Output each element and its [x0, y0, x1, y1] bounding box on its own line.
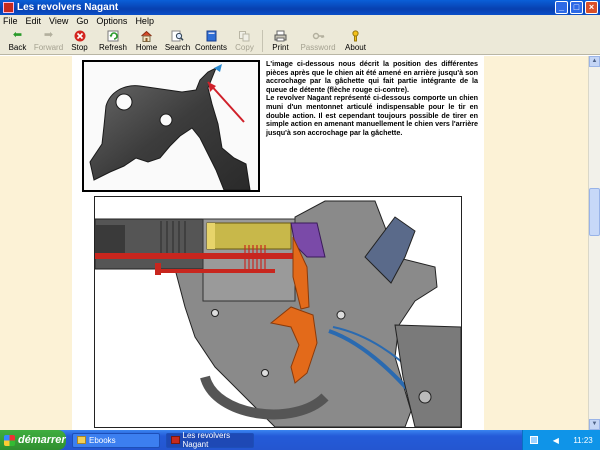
back-arrow-icon: ⬅ — [12, 29, 23, 41]
home-label: Home — [135, 43, 158, 52]
start-label: démarrer — [18, 434, 66, 446]
scroll-down-icon[interactable]: ▼ — [589, 419, 600, 430]
key-icon — [312, 29, 325, 42]
stop-button[interactable]: Stop — [64, 27, 95, 52]
network-icon[interactable] — [530, 436, 539, 444]
menu-go[interactable]: Go — [76, 16, 88, 26]
stop-icon — [73, 29, 86, 42]
taskbar: démarrer Ebooks Les revolvers Nagant FR … — [0, 430, 600, 450]
forward-button[interactable]: ➡ Forward — [33, 27, 64, 52]
menu-help[interactable]: Help — [135, 16, 154, 26]
home-icon — [140, 29, 153, 42]
toolbar: ⬅ Back ➡ Forward Stop Refresh Home Searc… — [0, 27, 600, 55]
copy-button[interactable]: Copy — [229, 27, 260, 52]
window-title: Les revolvers Nagant — [17, 2, 119, 13]
folder-icon — [77, 436, 86, 444]
home-button[interactable]: Home — [131, 27, 162, 52]
copy-icon — [238, 29, 251, 42]
windows-logo-icon — [4, 434, 15, 446]
minimize-button[interactable]: _ — [555, 1, 568, 14]
menu-view[interactable]: View — [49, 16, 68, 26]
back-button[interactable]: ⬅ Back — [2, 27, 33, 52]
scroll-up-icon[interactable]: ▲ — [589, 56, 600, 67]
title-bar[interactable]: Les revolvers Nagant _ □ × — [0, 0, 600, 15]
task-label: Les revolvers Nagant — [182, 431, 231, 449]
toolbar-separator — [262, 30, 263, 52]
print-label: Print — [272, 43, 289, 52]
about-label: About — [345, 43, 366, 52]
refresh-button[interactable]: Refresh — [95, 27, 131, 52]
password-button[interactable]: Password — [296, 27, 340, 52]
contents-label: Contents — [194, 43, 228, 52]
task-label: Ebooks — [89, 435, 116, 445]
copy-label: Copy — [235, 43, 254, 52]
back-label: Back — [8, 43, 27, 52]
paragraph-1: L'image ci-dessous nous décrit la positi… — [266, 59, 478, 94]
printer-icon — [274, 29, 287, 42]
contents-book-icon — [205, 29, 218, 42]
search-icon — [171, 29, 184, 42]
system-tray: ◀ 11:23 — [522, 430, 600, 450]
contents-button[interactable]: Contents — [193, 27, 229, 52]
stop-label: Stop — [71, 43, 88, 52]
menu-options[interactable]: Options — [96, 16, 127, 26]
menu-edit[interactable]: Edit — [26, 16, 42, 26]
vertical-scrollbar[interactable]: ▲ ▼ — [588, 56, 600, 430]
document-view: L'image ci-dessous nous décrit la positi… — [0, 56, 588, 430]
search-label: Search — [164, 43, 191, 52]
scroll-thumb[interactable] — [589, 188, 600, 236]
forward-arrow-icon: ➡ — [43, 29, 54, 41]
book-icon — [171, 436, 180, 444]
page: L'image ci-dessous nous décrit la positi… — [72, 56, 484, 430]
print-button[interactable]: Print — [265, 27, 296, 52]
revolver-cutaway-diagram — [94, 196, 462, 428]
taskbar-item-ebooks[interactable]: Ebooks — [72, 432, 160, 448]
taskbar-item-nagant[interactable]: Les revolvers Nagant — [166, 431, 254, 449]
menu-bar: File Edit View Go Options Help — [0, 15, 600, 27]
app-icon — [3, 2, 14, 13]
volume-icon[interactable]: ◀ — [553, 436, 559, 445]
hammer-photo — [82, 60, 260, 192]
forward-label: Forward — [33, 43, 64, 52]
about-button[interactable]: About — [340, 27, 371, 52]
password-label: Password — [300, 43, 336, 52]
menu-file[interactable]: File — [3, 16, 18, 26]
description-text: L'image ci-dessous nous décrit la positi… — [266, 59, 478, 137]
refresh-label: Refresh — [98, 43, 127, 52]
refresh-icon — [107, 29, 120, 42]
paragraph-2: Le revolver Nagant représenté ci-dessous… — [266, 93, 478, 137]
search-button[interactable]: Search — [162, 27, 193, 52]
about-icon — [349, 29, 362, 42]
clock[interactable]: 11:23 — [573, 436, 592, 445]
start-button[interactable]: démarrer — [0, 430, 66, 450]
maximize-button[interactable]: □ — [570, 1, 583, 14]
close-button[interactable]: × — [585, 1, 598, 14]
